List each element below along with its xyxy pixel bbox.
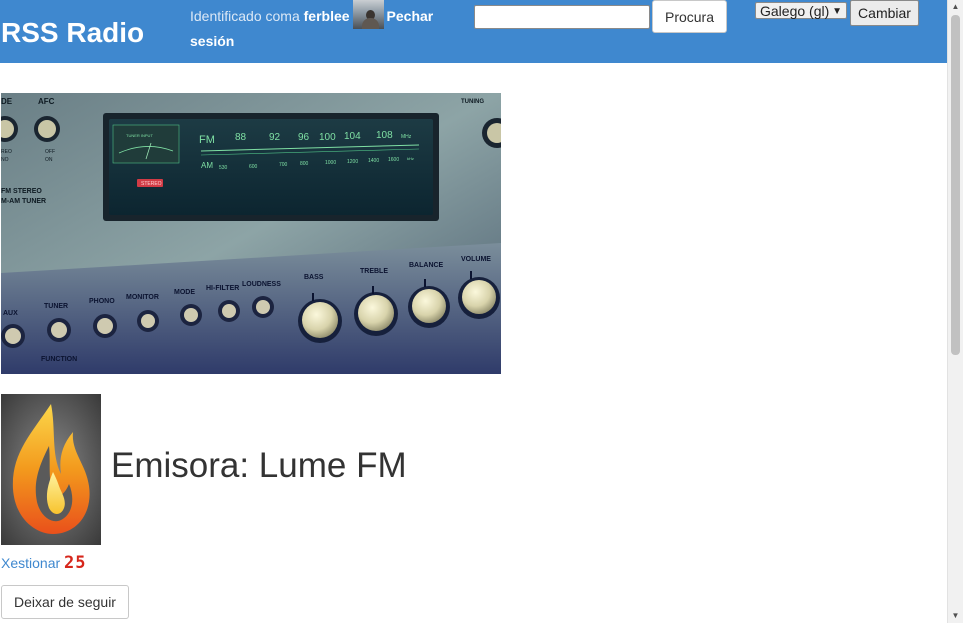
username-link[interactable]: ferblee (304, 8, 350, 24)
chevron-down-icon: ▼ (832, 6, 842, 17)
radio-receiver-banner: DE AFC TUNING REO OFF NO ON FM STEREO M-… (1, 93, 501, 374)
banner-am-mark: 1400 (368, 158, 379, 164)
manage-count-badge: 25 (64, 553, 87, 573)
banner-fm-mark: 92 (269, 132, 281, 143)
banner-am-mark: 1000 (325, 160, 336, 166)
vertical-scrollbar[interactable]: ▲ ▼ (947, 0, 963, 623)
banner-am-mark: 700 (279, 162, 288, 168)
banner-tuner-name-label: M-AM TUNER (1, 198, 46, 205)
banner-switch-on: ON (45, 157, 53, 163)
scroll-down-arrow-icon[interactable]: ▼ (948, 609, 963, 623)
banner-knob-label: VOLUME (461, 256, 491, 263)
banner-knob-label: BALANCE (409, 262, 444, 269)
banner-tuner-meter-label: TUNER INPUT (126, 133, 153, 138)
banner-knob-label: AUX (3, 310, 18, 317)
banner-am-unit: kHz (407, 156, 414, 161)
banner-fm-stereo-label: FM STEREO (1, 188, 42, 195)
banner-knob-label: MONITOR (126, 294, 159, 301)
banner-label-tuning: TUNING (461, 99, 484, 105)
banner-fm-mark: 108 (376, 130, 393, 141)
banner-knob-label: PHONO (89, 298, 115, 305)
station-title: Emisora: Lume FM (111, 446, 407, 485)
banner-fm-mark: 104 (344, 131, 361, 142)
search-button[interactable]: Procura (652, 0, 727, 33)
banner-switch-no: NO (1, 157, 9, 163)
user-avatar-icon[interactable] (352, 0, 384, 30)
banner-fm-mark: 96 (298, 132, 310, 143)
banner-switch-off: OFF (45, 149, 55, 155)
banner-switch-reo: REO (1, 149, 12, 155)
unfollow-button[interactable]: Deixar de seguir (1, 585, 129, 619)
banner-am-mark: 530 (219, 165, 228, 171)
banner-knob-label: TREBLE (360, 268, 388, 275)
banner-knob-label: MODE (174, 289, 195, 296)
scroll-up-arrow-icon[interactable]: ▲ (948, 0, 963, 14)
banner-knob-label: HI-FILTER (206, 285, 239, 292)
banner-fm-mark: 100 (319, 132, 336, 143)
flame-logo (1, 394, 101, 545)
language-select[interactable]: Galego (gl) ▼ (755, 2, 847, 19)
banner-label-de: DE (1, 97, 13, 106)
top-navbar: RSS Radio Identificado coma ferblee Pecha… (0, 0, 947, 63)
banner-am-mark: 1200 (347, 159, 358, 165)
banner-fm-unit: MHz (401, 134, 412, 140)
language-selected-value: Galego (gl) (760, 3, 830, 19)
login-prefix: Identificado coma (190, 8, 300, 24)
banner-fm-mark: 88 (235, 132, 247, 143)
banner-am-mark: 600 (249, 164, 258, 170)
change-language-button[interactable]: Cambiar (850, 0, 919, 26)
search-input[interactable] (474, 5, 650, 29)
scrollbar-thumb[interactable] (951, 15, 960, 355)
banner-knob-label: LOUDNESS (242, 281, 281, 288)
banner-stereo-lamp: STEREO (141, 181, 162, 187)
banner-knob-label: TUNER (44, 303, 68, 310)
site-brand[interactable]: RSS Radio (1, 17, 144, 49)
banner-fm-label: FM (199, 134, 215, 146)
banner-am-label: AM (201, 161, 213, 170)
page: RSS Radio Identificado coma ferblee Pecha… (0, 0, 947, 623)
banner-label-afc: AFC (38, 97, 55, 106)
banner-knob-label: BASS (304, 274, 324, 281)
banner-am-mark: 1600 (388, 157, 399, 163)
banner-function-label: FUNCTION (41, 356, 77, 363)
login-info: Identificado coma ferblee Pechar sesión (190, 0, 452, 53)
manage-link[interactable]: Xestionar (1, 555, 60, 571)
banner-am-mark: 800 (300, 161, 309, 167)
